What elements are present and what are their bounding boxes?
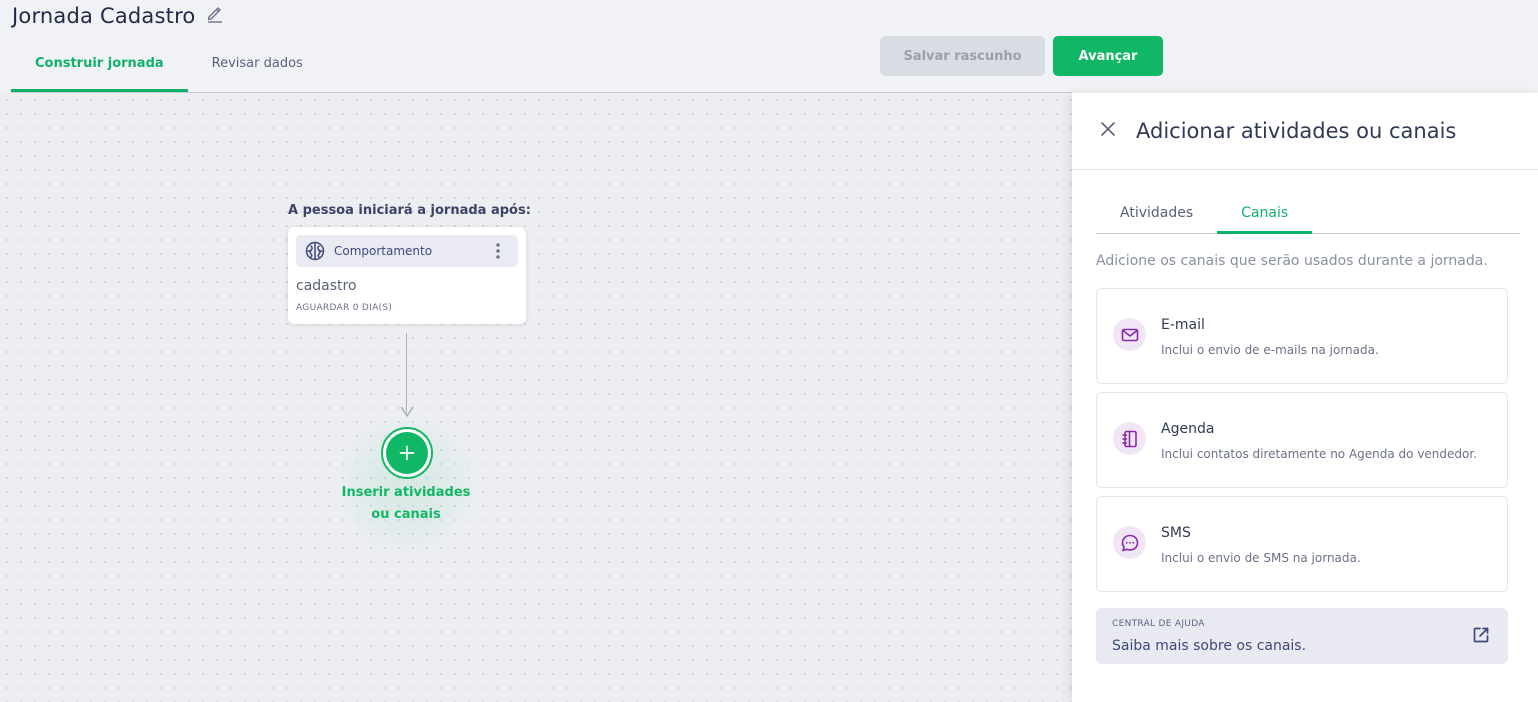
brain-icon: [305, 241, 325, 261]
connector-line: [406, 333, 407, 413]
node-wait-text: AGUARDAR 0 DIA(S): [296, 303, 393, 313]
node-header: Comportamento: [296, 235, 518, 267]
tab-revisar-dados[interactable]: Revisar dados: [188, 40, 327, 92]
trigger-node-card[interactable]: Comportamento cadastro AGUARDAR 0 DIA(S): [288, 227, 526, 324]
save-draft-button[interactable]: Salvar rascunho: [880, 36, 1045, 76]
close-icon[interactable]: [1099, 120, 1117, 138]
help-link-text: Saiba mais sobre os canais.: [1112, 638, 1307, 654]
tab-atividades[interactable]: Atividades: [1096, 193, 1217, 234]
tab-canais[interactable]: Canais: [1217, 193, 1313, 234]
panel-tabs: Atividades Canais: [1096, 193, 1520, 234]
channel-name: Agenda: [1161, 421, 1215, 437]
page-title: Jornada Cadastro: [12, 4, 196, 28]
channel-email-card[interactable]: E-mail Inclui o envio de e-mails na jorn…: [1096, 288, 1508, 384]
panel-description: Adicione os canais que serão usados dura…: [1096, 253, 1488, 269]
top-header: Jornada Cadastro Construir jornada Revis…: [0, 0, 1538, 93]
channel-description: Inclui o envio de SMS na jornada.: [1161, 551, 1361, 565]
help-kicker: CENTRAL DE AJUDA: [1112, 619, 1205, 629]
node-type-label: Comportamento: [334, 244, 433, 258]
insert-label-line1: Inserir atividades: [341, 485, 471, 500]
insert-activity-button[interactable]: [381, 427, 433, 479]
journey-tabs: Construir jornada Revisar dados: [11, 40, 327, 92]
add-activities-panel: Adicionar atividades ou canais Atividade…: [1072, 93, 1538, 702]
insert-activity-label[interactable]: Inserir atividades ou canais: [320, 482, 492, 526]
channel-name: E-mail: [1161, 317, 1205, 333]
journey-canvas[interactable]: A pessoa iniciará a jornada após: Compor…: [0, 93, 1072, 702]
channel-agenda-card[interactable]: Agenda Inclui contatos diretamente no Ag…: [1096, 392, 1508, 488]
pencil-icon[interactable]: [205, 3, 225, 23]
channel-sms-card[interactable]: SMS Inclui o envio de SMS na jornada.: [1096, 496, 1508, 592]
panel-title: Adicionar atividades ou canais: [1136, 119, 1457, 143]
channel-description: Inclui o envio de e-mails na jornada.: [1161, 343, 1379, 357]
journey-title-row: Jornada Cadastro: [12, 4, 225, 28]
next-button[interactable]: Avançar: [1053, 36, 1163, 76]
start-label: A pessoa iniciará a jornada após:: [288, 203, 531, 218]
node-name: cadastro: [296, 278, 357, 294]
insert-label-line2: ou canais: [371, 507, 441, 522]
chat-icon: [1113, 526, 1146, 559]
panel-header: Adicionar atividades ou canais: [1072, 93, 1538, 170]
help-center-link[interactable]: CENTRAL DE AJUDA Saiba mais sobre os can…: [1096, 608, 1508, 664]
more-vertical-icon[interactable]: [490, 242, 506, 260]
tab-construir-jornada[interactable]: Construir jornada: [11, 40, 188, 92]
channel-description: Inclui contatos diretamente no Agenda do…: [1161, 447, 1478, 461]
plus-icon: [386, 432, 428, 474]
external-link-icon: [1471, 625, 1491, 645]
notebook-icon: [1113, 422, 1146, 455]
mail-icon: [1113, 318, 1146, 351]
channel-name: SMS: [1161, 525, 1191, 541]
